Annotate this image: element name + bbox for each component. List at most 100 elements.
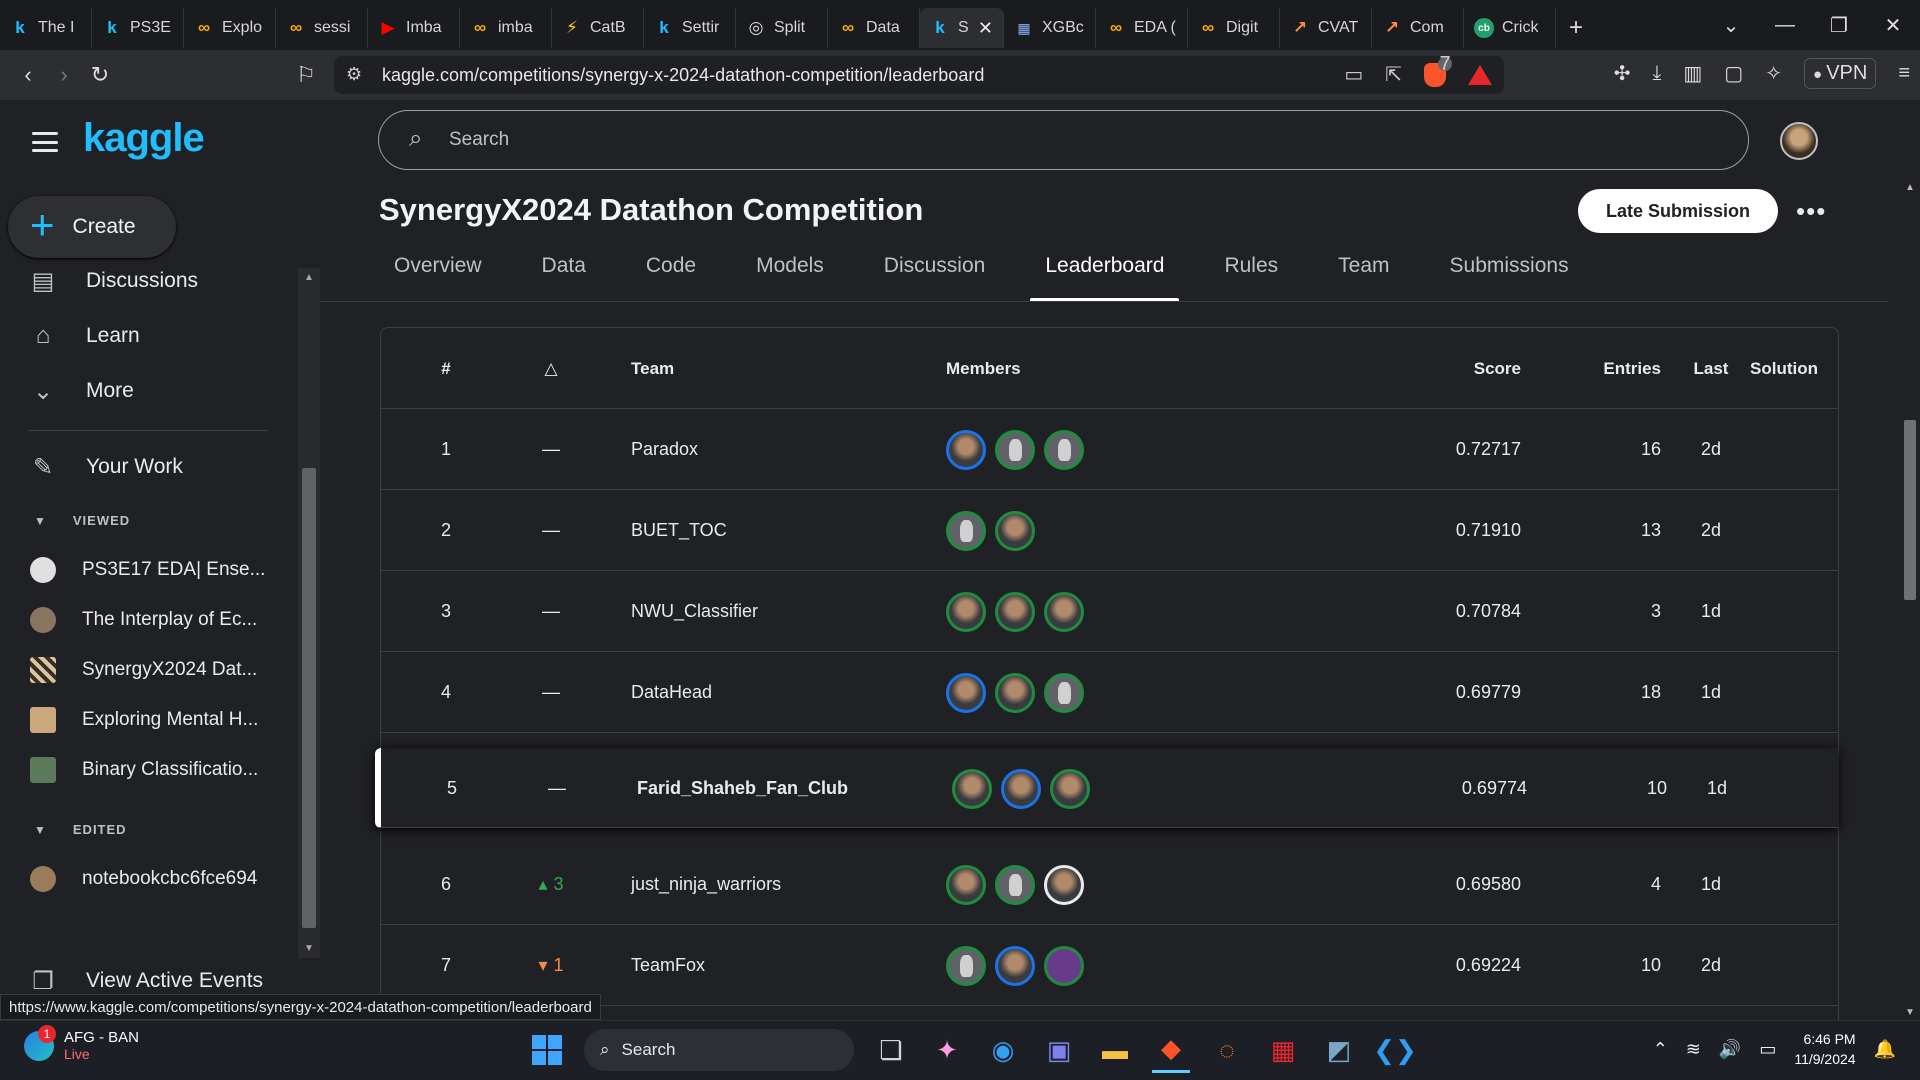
back-icon[interactable]: ‹ <box>10 57 46 93</box>
member-avatar[interactable] <box>1044 429 1084 470</box>
tab-search-icon[interactable]: ⌄ <box>1704 13 1758 38</box>
chevron-up-icon[interactable]: ⌃ <box>1653 1039 1668 1060</box>
tab-overview[interactable]: Overview <box>379 254 497 298</box>
member-avatar[interactable] <box>995 864 1035 905</box>
browser-tab[interactable]: ▶ Imba <box>368 8 460 48</box>
clock[interactable]: 6:46 PM 11/9/2024 <box>1794 1029 1855 1069</box>
widgets-button[interactable]: 1 AFG - BAN Live <box>24 1024 139 1062</box>
col-rank[interactable]: # <box>421 328 471 409</box>
table-row[interactable]: 1 — Paradox 0.72717 16 2d <box>381 409 1838 490</box>
menu-icon[interactable]: ≡ <box>1898 62 1910 85</box>
brave-browser-icon[interactable]: ◆ <box>1152 1027 1190 1073</box>
address-bar[interactable]: ⚙ kaggle.com/competitions/synergy-x-2024… <box>334 54 1504 94</box>
browser-tab[interactable]: k PS3E <box>92 8 184 48</box>
notifications-icon[interactable]: 🔔 <box>1874 1039 1896 1060</box>
vscode-icon[interactable]: ❮❯ <box>1373 1027 1417 1073</box>
table-row[interactable]: 3 — NWU_Classifier 0.70784 3 1d <box>381 571 1838 652</box>
forward-icon[interactable]: › <box>46 57 82 93</box>
page-scrollbar[interactable]: ▲ ▼ <box>1900 180 1920 1020</box>
snipping-tool-icon[interactable]: ◩ <box>1320 1027 1358 1073</box>
member-avatar[interactable] <box>946 672 986 713</box>
tab-leaderboard[interactable]: Leaderboard <box>1030 254 1180 302</box>
copilot-icon[interactable]: ✦ <box>928 1027 966 1073</box>
avatar[interactable] <box>1780 122 1818 160</box>
bookmark-icon[interactable]: ⚐ <box>288 57 324 93</box>
battery-icon[interactable]: ▭ <box>1759 1039 1776 1060</box>
sidebar-scrollbar[interactable]: ▲ ▼ <box>298 268 320 958</box>
member-avatar[interactable] <box>995 672 1035 713</box>
scroll-down-icon[interactable]: ▼ <box>1905 1007 1915 1018</box>
recent-item[interactable]: Exploring Mental H... <box>30 707 258 733</box>
member-avatar[interactable] <box>1044 864 1084 905</box>
taskbar-search[interactable]: ⌕ Search <box>584 1029 854 1071</box>
browser-tab[interactable]: k The I <box>0 8 92 48</box>
late-submission-button[interactable]: Late Submission <box>1578 189 1778 233</box>
member-avatar[interactable] <box>946 591 986 632</box>
member-avatar[interactable] <box>1044 945 1084 986</box>
browser-tab[interactable]: ∞ EDA ( <box>1096 8 1188 48</box>
brave-rewards-icon[interactable] <box>1468 64 1492 85</box>
hamburger-menu-icon[interactable] <box>32 132 58 152</box>
jupyter-icon[interactable]: ◌ <box>1208 1027 1246 1073</box>
tab-submissions[interactable]: Submissions <box>1435 254 1584 298</box>
vpn-button[interactable]: ● VPN <box>1803 58 1877 89</box>
scroll-up-icon[interactable]: ▲ <box>1905 182 1915 193</box>
scrollbar-thumb[interactable] <box>302 468 316 928</box>
browser-tab[interactable]: cb Crick <box>1464 8 1556 48</box>
teams-icon[interactable]: ▣ <box>1040 1027 1078 1073</box>
browser-tab[interactable]: ↗ Com <box>1372 8 1464 48</box>
col-entries[interactable]: Entries <box>1561 328 1661 409</box>
minimize-icon[interactable]: — <box>1758 14 1812 37</box>
kaggle-logo[interactable]: kaggle <box>83 116 205 161</box>
volume-icon[interactable]: 🔊 <box>1719 1039 1741 1060</box>
sidebar-item-your-work[interactable]: ✎ Your Work <box>28 452 183 482</box>
my-team-row[interactable]: 5 — Farid_Shaheb_Fan_Club 0.69774 10 1d <box>375 748 1838 828</box>
viewed-section-header[interactable]: ▼ VIEWED <box>34 513 130 528</box>
browser-tab[interactable]: ◎ Split <box>736 8 828 48</box>
sidebar-item-discussions[interactable]: ▤ Discussions <box>28 266 198 296</box>
tab-data[interactable]: Data <box>527 254 601 298</box>
member-avatar[interactable] <box>946 429 986 470</box>
restore-icon[interactable]: ❐ <box>1812 13 1866 38</box>
recent-item[interactable]: SynergyX2024 Dat... <box>30 657 257 683</box>
new-tab-button[interactable]: + <box>1556 8 1596 48</box>
team-name[interactable]: just_ninja_warriors <box>631 844 931 925</box>
member-avatar[interactable] <box>952 768 992 809</box>
member-avatar[interactable] <box>1044 672 1084 713</box>
scrollbar-thumb[interactable] <box>1904 420 1916 600</box>
col-score[interactable]: Score <box>1401 328 1521 409</box>
search-input[interactable]: ⌕ Search <box>378 110 1749 170</box>
delta-icon[interactable]: △ <box>521 328 581 409</box>
member-avatar[interactable] <box>946 510 986 551</box>
sidebar-item-more[interactable]: ⌄ More <box>28 376 134 406</box>
browser-tab[interactable]: ▦ XGBc <box>1004 8 1096 48</box>
browser-tab[interactable]: k Settir <box>644 8 736 48</box>
browser-tab[interactable]: ∞ Explo <box>184 8 276 48</box>
brave-shields-icon[interactable]: 7 <box>1424 54 1452 87</box>
tab-rules[interactable]: Rules <box>1209 254 1293 298</box>
team-name[interactable]: DataHead <box>631 652 931 733</box>
recent-item[interactable]: notebookcbc6fce694 <box>30 866 257 892</box>
sidebar-toggle-icon[interactable]: ▥ <box>1683 61 1702 86</box>
wifi-icon[interactable]: ≋ <box>1686 1039 1701 1060</box>
start-button[interactable] <box>528 1027 566 1073</box>
tab-team[interactable]: Team <box>1323 254 1404 298</box>
browser-tab[interactable]: ↗ CVAT <box>1280 8 1372 48</box>
browser-tab[interactable]: ∞ Data <box>828 8 920 48</box>
extensions-icon[interactable]: ✣ <box>1614 61 1631 86</box>
microsoft-store-icon[interactable]: ▦ <box>1264 1027 1302 1073</box>
downloads-icon[interactable]: ⤓ <box>1653 62 1662 85</box>
close-tab-icon[interactable]: ✕ <box>978 18 993 39</box>
cast-icon[interactable]: ▭ <box>1344 62 1363 87</box>
create-button[interactable]: + Create <box>8 196 176 258</box>
tab-code[interactable]: Code <box>631 254 711 298</box>
file-explorer-icon[interactable]: ▬ <box>1096 1027 1134 1073</box>
recent-item[interactable]: Binary Classificatio... <box>30 757 258 783</box>
member-avatar[interactable] <box>946 945 986 986</box>
member-avatar[interactable] <box>1050 768 1090 809</box>
recent-item[interactable]: The Interplay of Ec... <box>30 607 257 633</box>
table-row[interactable]: 4 — DataHead 0.69779 18 1d <box>381 652 1838 733</box>
member-avatar[interactable] <box>995 591 1035 632</box>
member-avatar[interactable] <box>946 864 986 905</box>
edge-icon[interactable]: ◉ <box>984 1027 1022 1073</box>
